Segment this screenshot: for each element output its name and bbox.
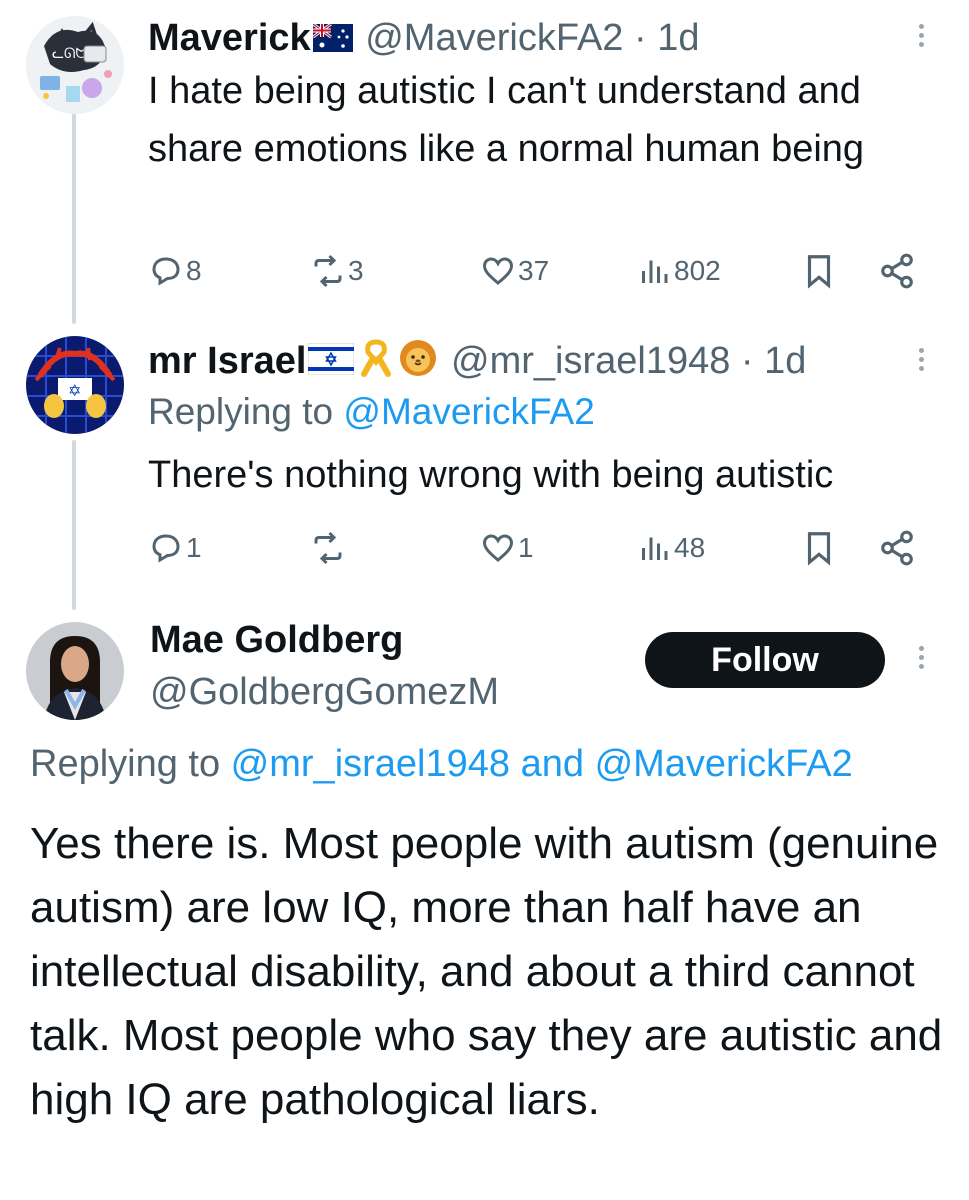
repost-button[interactable] <box>310 528 348 568</box>
views-button[interactable]: 802 <box>636 251 721 291</box>
israel-flag-icon <box>307 341 355 385</box>
avatar[interactable]: ᓚᘏᗢ <box>26 16 124 114</box>
repost-count: 3 <box>348 255 364 286</box>
handle-and-time[interactable]: @MaverickFA2 · 1d <box>365 17 699 59</box>
reply-button[interactable]: 1 <box>148 528 202 568</box>
mention-link[interactable]: @mr_israel1948 <box>231 743 510 785</box>
handle-row: @GoldbergGomezM <box>150 670 499 714</box>
thread-connector-line <box>72 440 76 610</box>
display-name[interactable]: Maverick <box>148 17 311 59</box>
handle[interactable]: @GoldbergGomezM <box>150 671 499 713</box>
reply-button[interactable]: 8 <box>148 251 202 291</box>
reply-icon <box>152 257 180 286</box>
reply-icon <box>152 534 180 563</box>
repost-icon <box>314 254 342 288</box>
follow-button[interactable]: Follow <box>645 632 885 688</box>
share-icon[interactable] <box>878 252 916 290</box>
lion-face-icon <box>396 338 440 388</box>
tweet-text: Yes there is. Most people with autism (g… <box>30 819 943 1124</box>
display-name-row: Mae Goldberg <box>150 618 403 662</box>
handle-and-time[interactable]: @mr_israel1948 · 1d <box>451 340 806 382</box>
replying-to-label: Replying to <box>148 391 344 432</box>
and-separator: and <box>510 743 595 785</box>
reply-count: 8 <box>186 255 202 286</box>
views-chart-icon <box>642 537 668 560</box>
like-button[interactable]: 1 <box>480 528 534 568</box>
views-count: 48 <box>674 532 706 563</box>
like-count: 37 <box>518 255 550 286</box>
replying-to-label: Replying to <box>30 743 231 785</box>
yellow-ribbon-icon <box>356 338 396 388</box>
tweet-header: Maverick @MaverickFA2 · 1d <box>148 16 699 62</box>
like-count: 1 <box>518 532 534 563</box>
more-options-icon[interactable] <box>917 20 925 51</box>
views-count: 802 <box>674 255 721 286</box>
tweet-text: There's nothing wrong with being autisti… <box>148 454 834 496</box>
repost-button[interactable]: 3 <box>310 251 364 291</box>
bookmark-icon[interactable] <box>800 252 838 290</box>
avatar[interactable] <box>26 622 124 720</box>
views-button[interactable]: 48 <box>636 528 705 568</box>
more-options-icon[interactable] <box>917 344 925 375</box>
replying-to: Replying to @MaverickFA2 <box>148 390 595 434</box>
display-name[interactable]: Mae Goldberg <box>150 619 403 661</box>
like-button[interactable]: 37 <box>480 251 549 291</box>
bookmark-icon[interactable] <box>800 529 838 567</box>
tweet-header: mr Israel @mr_israel1948 · 1d <box>148 338 806 388</box>
mention-link[interactable]: @MaverickFA2 <box>595 743 853 785</box>
thread-connector-line <box>72 112 76 324</box>
svg-text:ᓚᘏᗢ: ᓚᘏᗢ <box>52 46 87 62</box>
reply-count: 1 <box>186 532 202 563</box>
replying-to: Replying to @mr_israel1948 and @Maverick… <box>30 742 853 786</box>
display-name[interactable]: mr Israel <box>148 340 306 382</box>
repost-icon <box>314 531 342 565</box>
heart-icon <box>482 534 514 562</box>
australia-flag-icon <box>311 18 353 62</box>
avatar[interactable]: ✡ <box>26 336 124 434</box>
more-options-icon[interactable] <box>917 642 925 673</box>
views-chart-icon <box>642 260 668 283</box>
heart-icon <box>482 257 514 285</box>
mention-link[interactable]: @MaverickFA2 <box>343 391 594 432</box>
tweet-text: I hate being autistic I can't understand… <box>148 70 865 170</box>
share-icon[interactable] <box>878 529 916 567</box>
svg-text:✡: ✡ <box>68 381 81 400</box>
